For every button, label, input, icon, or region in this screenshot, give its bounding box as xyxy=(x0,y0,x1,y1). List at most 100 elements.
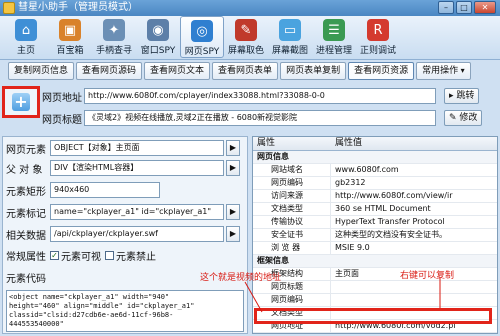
window-controls: – □ ✕ xyxy=(438,1,496,14)
tab-common-actions[interactable]: 常用操作 xyxy=(416,62,471,80)
home-icon: ⌂ xyxy=(15,19,37,41)
tag-arrow-icon[interactable]: ▶ xyxy=(226,204,240,220)
tab-view-form[interactable]: 查看网页表单 xyxy=(212,62,279,80)
rect-label: 元素矩形 xyxy=(6,186,46,198)
grid-value: MSIE 9.0 xyxy=(335,243,370,252)
page-title-label: 网页标题 xyxy=(42,114,82,126)
tab-view-resources[interactable]: 查看网页资源 xyxy=(348,62,415,80)
tag-row: 元素标记 name="ckplayer_a1" id="ckplayer_a1"… xyxy=(6,204,240,220)
code-label: 元素代码 xyxy=(6,274,46,285)
page-element-arrow-icon[interactable]: ▶ xyxy=(226,140,240,156)
go-button[interactable]: ▸ 跳转 xyxy=(444,88,480,104)
tab-copy-form[interactable]: 网页表单复制 xyxy=(280,62,347,80)
page-info-rows: 网站域名 www.6080f.com 网页编码 gb2312 访问来源 http://ww… xyxy=(253,164,497,255)
disabled-label: 元素禁止 xyxy=(116,252,156,263)
address-field[interactable]: http://www.6080f.com/cplayer/index33088.… xyxy=(84,88,436,104)
grid-value: HyperText Transfer Protocol xyxy=(335,217,445,226)
grid-col-value: 属性值 xyxy=(335,138,363,148)
process-icon: ☰ xyxy=(323,19,345,41)
grid-value: http://www.6080f.com/view/ir xyxy=(335,191,453,200)
toolbar-label: 屏幕截图 xyxy=(271,46,308,56)
toolbar-label: 正则调试 xyxy=(359,46,396,56)
properties-grid: 属性 属性值 网页信息 网站域名 www.6080f.com 网页编码 gb2312 访… xyxy=(252,136,498,334)
modify-button[interactable]: ✎ 修改 xyxy=(444,110,483,126)
toolbar-button-4[interactable]: ◎ 网页SPY xyxy=(180,16,224,58)
grid-value: gb2312 xyxy=(335,178,366,187)
maximize-button[interactable]: □ xyxy=(456,1,472,14)
tab-copy-page-info[interactable]: 复制网页信息 xyxy=(8,62,75,80)
go-icon: ▸ xyxy=(449,91,454,101)
color-picker-icon: ✎ xyxy=(235,19,257,41)
minimize-button[interactable]: – xyxy=(438,1,454,14)
grid-value: www.6080f.com xyxy=(335,165,399,174)
grid-key: 网站域名 xyxy=(253,164,331,176)
close-button[interactable]: ✕ xyxy=(474,1,496,14)
grid-row[interactable]: 传输协议 HyperText Transfer Protocol xyxy=(253,216,497,229)
disabled-checkbox[interactable] xyxy=(105,251,114,260)
link-label: 相关数据 xyxy=(6,230,46,242)
toolbar-button-6[interactable]: ▭ 屏幕截图 xyxy=(268,16,312,58)
toolbar-label: 手柄查寻 xyxy=(95,46,132,56)
main-toolbar: ⌂ 主页 ▣ 百宝箱 ✦ 手柄查寻 ◉ 窗口SPY ◎ 网页SPY ✎ 屏幕取色 ▭ 屏幕截图 ☰ 进程管理 R… xyxy=(0,16,500,60)
tab-view-source[interactable]: 查看网页源码 xyxy=(76,62,143,80)
grid-row[interactable]: 网页标题 xyxy=(253,281,497,294)
grid-section-frame-info[interactable]: 框架信息 xyxy=(253,255,497,268)
url-highlight-box xyxy=(254,308,492,324)
parent-arrow-icon[interactable]: ▶ xyxy=(226,160,240,176)
title-row: 网页标题 《灵域2》视频在线播放,灵域2正在播放 - 6080新视觉影院 ✎ 修… xyxy=(42,110,498,126)
title-bar: 彗星小助手（管理员模式） – □ ✕ xyxy=(0,0,500,16)
page-title-field[interactable]: 《灵域2》视频在线播放,灵域2正在播放 - 6080新视觉影院 xyxy=(84,110,436,126)
parent-field[interactable]: DIV【渲染HTML容器】 xyxy=(50,160,224,176)
element-code-box[interactable]: <object name="ckplayer_a1" width="940" h… xyxy=(6,290,244,332)
tag-label: 元素标记 xyxy=(6,208,46,220)
toolbar-button-0[interactable]: ⌂ 主页 xyxy=(4,16,48,58)
grid-header: 属性 属性值 xyxy=(253,137,497,151)
toolbar-button-8[interactable]: R 正则调试 xyxy=(356,16,400,58)
grid-row[interactable]: 网页编码 xyxy=(253,294,497,307)
toolbar-button-3[interactable]: ◉ 窗口SPY xyxy=(136,16,180,58)
grid-row[interactable]: 网站域名 www.6080f.com xyxy=(253,164,497,177)
window-title: 彗星小助手（管理员模式） xyxy=(18,2,138,13)
link-arrow-icon[interactable]: ▶ xyxy=(226,226,240,242)
grid-row[interactable]: 浏 览 器 MSIE 9.0 xyxy=(253,242,497,255)
grid-row[interactable]: 访问来源 http://www.6080f.com/view/ir xyxy=(253,190,497,203)
grid-key: 安全证书 xyxy=(253,229,331,241)
toolbar-label: 屏幕取色 xyxy=(227,46,264,56)
visible-checkbox[interactable]: ✓ xyxy=(50,251,59,260)
tag-field[interactable]: name="ckplayer_a1" id="ckplayer_a1" xyxy=(50,204,224,220)
page-element-field[interactable]: OBJECT【对象】主页面 xyxy=(50,140,224,156)
annotation-right: 右键可以复制 xyxy=(400,271,455,281)
grid-col-property: 属性 xyxy=(257,138,276,148)
toolbar-button-2[interactable]: ✦ 手柄查寻 xyxy=(92,16,136,58)
parent-label: 父 对 象 xyxy=(6,164,43,176)
parent-row: 父 对 象 DIV【渲染HTML容器】 ▶ xyxy=(6,160,240,176)
section-label: 网页信息 xyxy=(257,152,289,161)
link-row: 相关数据 /api/ckplayer/ckplayer.swf ▶ xyxy=(6,226,240,242)
grid-key: 访问来源 xyxy=(253,190,331,202)
crosshair-icon: + xyxy=(12,93,30,111)
tab-view-text[interactable]: 查看网页文本 xyxy=(144,62,211,80)
grid-row[interactable]: 网页编码 gb2312 xyxy=(253,177,497,190)
rect-row: 元素矩形 940x460 xyxy=(6,182,160,198)
toolbar-button-5[interactable]: ✎ 屏幕取色 xyxy=(224,16,268,58)
toolbar-button-1[interactable]: ▣ 百宝箱 xyxy=(48,16,92,58)
drag-target-tool[interactable]: + xyxy=(2,86,40,118)
toolbar-button-7[interactable]: ☰ 进程管理 xyxy=(312,16,356,58)
grid-row[interactable]: 框架结构 主页面 xyxy=(253,268,497,281)
address-label: 网页地址 xyxy=(42,92,82,104)
function-tabs: 复制网页信息 查看网页源码 查看网页文本 查看网页表单 网页表单复制 查看网页资… xyxy=(0,62,500,82)
grid-row[interactable]: 文档类型 360 se HTML Document xyxy=(253,203,497,216)
grid-row[interactable]: 安全证书 这种类型的文档没有安全证书。 xyxy=(253,229,497,242)
address-row: 网页地址 http://www.6080f.com/cplayer/index3… xyxy=(42,88,498,104)
go-label: 跳转 xyxy=(456,91,475,101)
page-element-row: 网页元素 OBJECT【对象】主页面 ▶ xyxy=(6,140,240,156)
rect-field[interactable]: 940x460 xyxy=(50,182,160,198)
toolbar-label: 窗口SPY xyxy=(140,46,176,56)
grid-key: 网页编码 xyxy=(253,177,331,189)
link-field[interactable]: /api/ckplayer/ckplayer.swf xyxy=(50,226,224,242)
web-spy-icon: ◎ xyxy=(191,20,213,42)
edit-icon: ✎ xyxy=(449,113,457,123)
grid-value xyxy=(331,294,497,306)
grid-section-page-info[interactable]: 网页信息 xyxy=(253,151,497,164)
handle-icon: ✦ xyxy=(103,19,125,41)
